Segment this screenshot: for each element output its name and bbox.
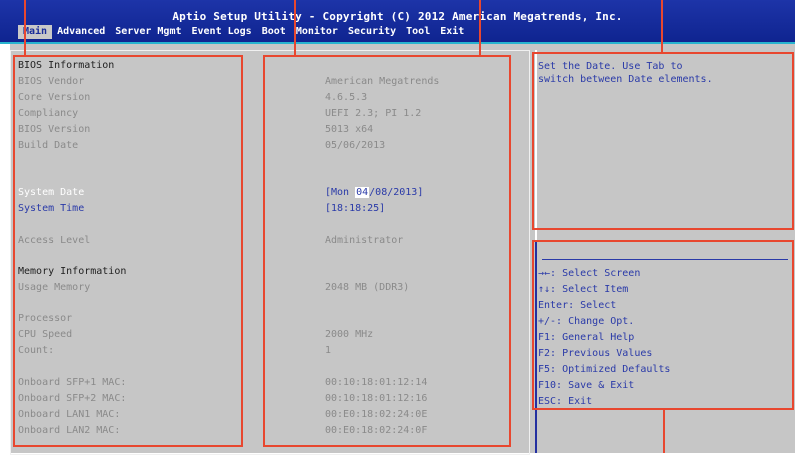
tab-advanced[interactable]: Advanced (52, 25, 110, 39)
tab-bar: Main Advanced Server Mgmt Event Logs Boo… (18, 25, 469, 39)
annotation-box-labels (13, 55, 243, 447)
annotation-leader-4 (661, 0, 663, 52)
annotation-box-help (532, 52, 794, 230)
tab-exit[interactable]: Exit (435, 25, 469, 39)
tab-server-mgmt[interactable]: Server Mgmt (110, 25, 186, 39)
tab-event-logs[interactable]: Event Logs (187, 25, 257, 39)
tab-tool[interactable]: Tool (401, 25, 435, 39)
annotation-leader-3 (479, 0, 481, 55)
bios-title: Aptio Setup Utility - Copyright (C) 2012… (172, 10, 623, 23)
tab-boot[interactable]: Boot (257, 25, 291, 39)
annotation-box-keys (532, 240, 794, 410)
tab-security[interactable]: Security (343, 25, 401, 39)
annotation-leader-5 (663, 410, 665, 453)
annotation-leader-2 (294, 0, 296, 55)
annotation-leader-1 (24, 0, 26, 55)
annotation-box-values (263, 55, 511, 447)
tab-monitor[interactable]: Monitor (291, 25, 343, 39)
bios-header: Aptio Setup Utility - Copyright (C) 2012… (0, 0, 795, 44)
